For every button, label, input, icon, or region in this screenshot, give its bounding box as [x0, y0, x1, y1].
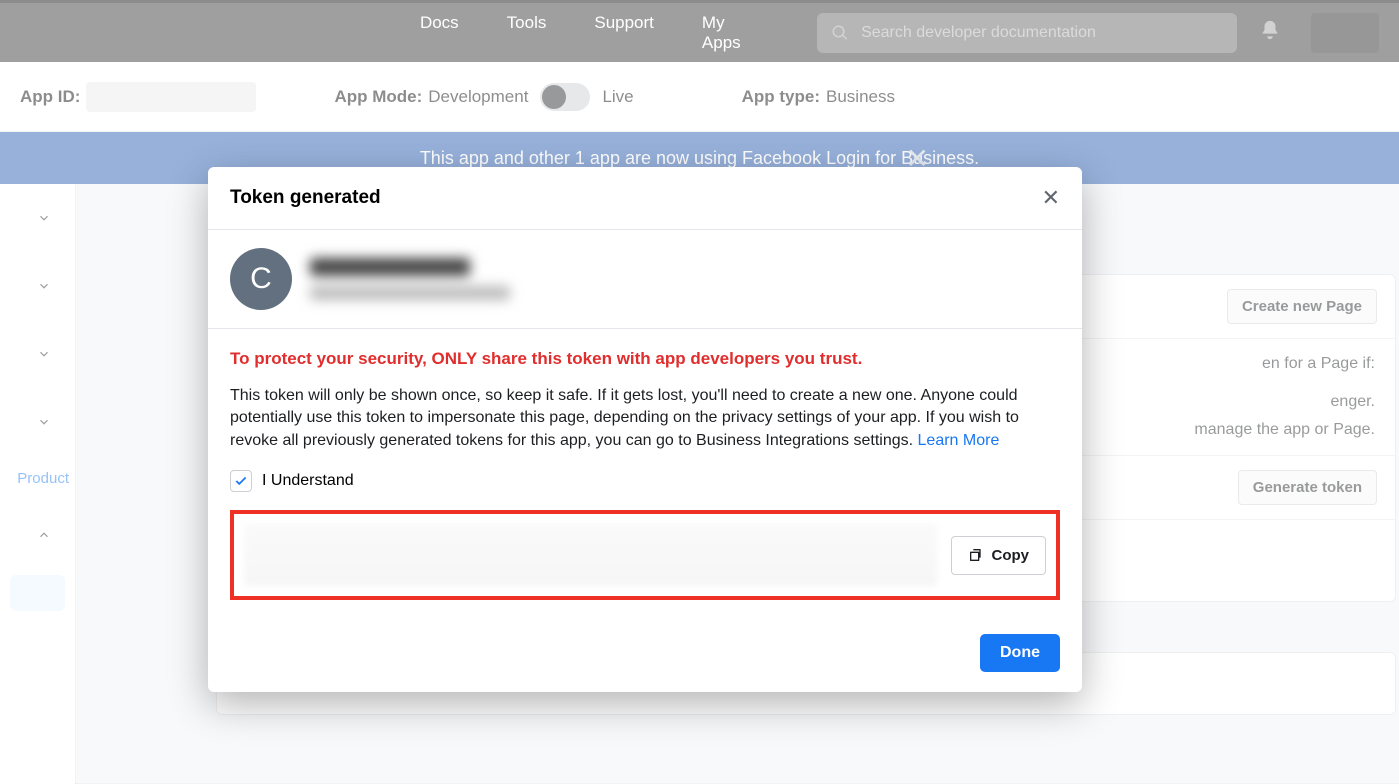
user-name-redacted [310, 258, 510, 300]
done-button[interactable]: Done [980, 634, 1060, 672]
token-value-redacted[interactable] [244, 524, 937, 586]
copy-button[interactable]: Copy [951, 536, 1047, 575]
modal-body-text: This token will only be shown once, so k… [230, 385, 1060, 452]
avatar: C [230, 248, 292, 310]
understand-label: I Understand [262, 472, 354, 490]
understand-checkbox[interactable] [230, 470, 252, 492]
security-warning: To protect your security, ONLY share thi… [230, 349, 1060, 369]
copy-icon [968, 547, 984, 563]
check-icon [234, 474, 248, 488]
modal-title: Token generated [230, 187, 381, 209]
token-highlight-box: Copy [230, 510, 1060, 600]
close-icon[interactable]: ✕ [1042, 185, 1060, 211]
learn-more-link[interactable]: Learn More [918, 432, 1000, 449]
token-modal: Token generated ✕ C To protect your secu… [208, 167, 1082, 692]
